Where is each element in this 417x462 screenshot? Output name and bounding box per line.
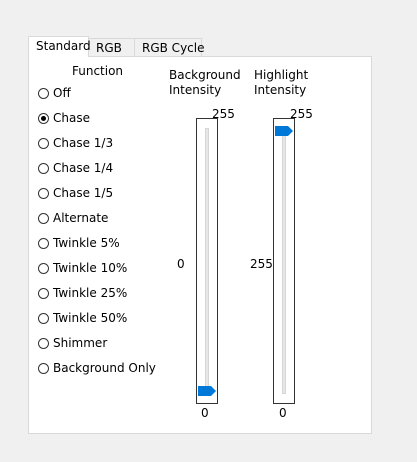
radio-option[interactable]: Chase <box>38 109 90 127</box>
slider-track <box>205 128 209 394</box>
radio-button[interactable] <box>38 312 49 324</box>
radio-button[interactable] <box>38 112 49 124</box>
background-intensity-title-line1: Background <box>169 68 241 82</box>
radio-option[interactable]: Shimmer <box>38 334 107 352</box>
radio-option[interactable]: Twinkle 25% <box>38 284 127 302</box>
highlight-intensity-min-label: 0 <box>279 406 287 420</box>
radio-label: Twinkle 50% <box>53 311 128 325</box>
highlight-intensity-slider[interactable] <box>273 118 295 404</box>
radio-option[interactable]: Chase 1/5 <box>38 184 113 202</box>
highlight-intensity-title-line1: Highlight <box>254 68 309 82</box>
background-intensity-title-line2: Intensity <box>169 83 222 97</box>
background-intensity-slider[interactable] <box>196 118 218 404</box>
radio-button[interactable] <box>38 162 49 174</box>
radio-button[interactable] <box>38 262 49 274</box>
slider-track <box>282 128 286 394</box>
radio-label: Twinkle 5% <box>53 236 120 250</box>
radio-option[interactable]: Chase 1/3 <box>38 134 113 152</box>
radio-button[interactable] <box>38 337 49 349</box>
radio-option[interactable]: Off <box>38 84 71 102</box>
radio-label: Chase 1/3 <box>53 136 114 150</box>
radio-button[interactable] <box>38 362 49 374</box>
background-intensity-value-label: 0 <box>177 257 185 271</box>
radio-button[interactable] <box>38 187 49 199</box>
radio-option[interactable]: Background Only <box>38 359 156 377</box>
slider-thumb[interactable] <box>198 386 216 396</box>
radio-option[interactable]: Chase 1/4 <box>38 159 113 177</box>
function-heading: Function <box>72 64 124 78</box>
radio-option[interactable]: Twinkle 5% <box>38 234 120 252</box>
radio-button[interactable] <box>38 237 49 249</box>
radio-label: Chase 1/4 <box>53 161 114 175</box>
radio-label: Alternate <box>53 211 109 225</box>
radio-label: Off <box>53 86 71 100</box>
radio-option[interactable]: Twinkle 10% <box>38 259 127 277</box>
tab-standard[interactable]: Standard <box>28 36 91 57</box>
radio-button[interactable] <box>38 212 49 224</box>
tab-rgb-cycle[interactable]: RGB Cycle <box>134 38 204 56</box>
radio-label: Shimmer <box>53 336 108 350</box>
radio-label: Twinkle 10% <box>53 261 128 275</box>
radio-option[interactable]: Alternate <box>38 209 108 227</box>
radio-option[interactable]: Twinkle 50% <box>38 309 127 327</box>
radio-button[interactable] <box>38 137 49 149</box>
radio-button[interactable] <box>38 87 49 99</box>
radio-label: Chase <box>53 111 90 125</box>
highlight-intensity-title-line2: Intensity <box>254 83 307 97</box>
radio-label: Chase 1/5 <box>53 186 114 200</box>
radio-button[interactable] <box>38 287 49 299</box>
highlight-intensity-value-label: 255 <box>250 257 273 271</box>
slider-thumb[interactable] <box>275 126 293 136</box>
radio-label: Background Only <box>53 361 156 375</box>
tab-rgb[interactable]: RGB <box>88 38 135 56</box>
background-intensity-min-label: 0 <box>201 406 209 420</box>
radio-label: Twinkle 25% <box>53 286 128 300</box>
